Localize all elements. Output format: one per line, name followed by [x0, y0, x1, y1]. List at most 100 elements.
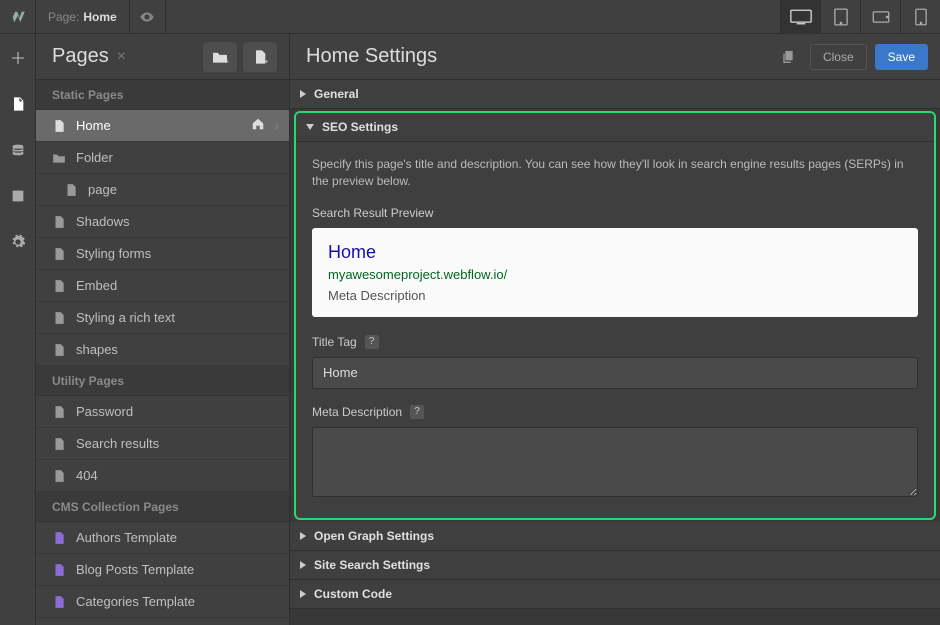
page-row[interactable]: Styling a rich text [36, 302, 289, 334]
assets-rail-button[interactable] [0, 180, 36, 212]
page-row[interactable]: shapes [36, 334, 289, 366]
page-icon [52, 343, 66, 357]
section-site-search[interactable]: Site Search Settings [290, 551, 940, 580]
page-row[interactable]: 404 [36, 460, 289, 492]
page-selector-value: Home [83, 10, 116, 24]
device-phone-landscape-button[interactable] [860, 0, 900, 34]
page-row-folder[interactable]: Folder [36, 142, 289, 174]
page-icon [52, 247, 66, 261]
help-icon[interactable]: ? [410, 405, 424, 419]
page-row-label: Authors Template [76, 530, 279, 545]
section-label: Open Graph Settings [314, 529, 434, 543]
close-button[interactable]: Close [810, 44, 867, 70]
device-desktop-button[interactable] [780, 0, 820, 34]
page-selector-label: Page: [48, 10, 79, 24]
group-cms-pages: CMS Collection Pages [36, 492, 289, 522]
page-row-home[interactable]: Home › [36, 110, 289, 142]
page-icon [52, 215, 66, 229]
page-icon [64, 183, 78, 197]
meta-description-textarea[interactable] [312, 427, 918, 497]
section-open-graph[interactable]: Open Graph Settings [290, 522, 940, 551]
section-general[interactable]: General [290, 80, 940, 109]
page-row[interactable]: Password [36, 396, 289, 428]
disclosure-triangle-icon [300, 532, 306, 540]
pages-rail-button[interactable] [0, 88, 36, 120]
cms-page-icon [52, 563, 66, 577]
device-tablet-button[interactable] [820, 0, 860, 34]
seo-body: Specify this page's title and descriptio… [296, 142, 934, 518]
add-element-button[interactable] [0, 42, 36, 74]
page-row-label: shapes [76, 342, 279, 357]
page-row-label: Styling a rich text [76, 310, 279, 325]
page-row-label: Embed [76, 278, 279, 293]
webflow-logo-icon[interactable] [0, 0, 36, 34]
meta-description-label: Meta Description [312, 405, 402, 419]
serp-url: myawesomeproject.webflow.io/ [328, 267, 902, 282]
svg-text:+: + [265, 58, 268, 64]
page-selector[interactable]: Page: Home [36, 0, 130, 34]
page-row[interactable]: Styling forms [36, 238, 289, 270]
page-row[interactable]: Embed [36, 270, 289, 302]
group-utility-pages: Utility Pages [36, 366, 289, 396]
section-label: SEO Settings [322, 120, 398, 134]
section-label: Custom Code [314, 587, 392, 601]
preview-button[interactable] [130, 0, 166, 34]
chevron-right-icon: › [275, 119, 279, 133]
save-button[interactable]: Save [875, 44, 928, 70]
pages-list[interactable]: Static Pages Home › Folder page Shadows [36, 80, 289, 625]
seo-description-text: Specify this page's title and descriptio… [312, 156, 918, 190]
settings-rail-button[interactable] [0, 226, 36, 258]
page-row-label: Folder [76, 150, 279, 165]
page-icon [52, 437, 66, 451]
page-row-label: Categories Template [76, 594, 279, 609]
disclosure-triangle-icon [300, 90, 306, 98]
serp-title: Home [328, 242, 902, 263]
main-area: Pages × + + Static Pages Home › Folder [36, 34, 940, 625]
close-button-label: Close [823, 50, 854, 64]
section-label: General [314, 87, 359, 101]
serp-meta: Meta Description [328, 288, 902, 303]
page-row[interactable]: Search results [36, 428, 289, 460]
disclosure-triangle-icon [306, 124, 314, 130]
page-row-label: Search results [76, 436, 279, 451]
svg-text:+: + [225, 58, 229, 64]
page-icon [52, 405, 66, 419]
pages-panel-close-icon[interactable]: × [117, 48, 126, 66]
home-icon [251, 117, 265, 134]
page-icon [52, 311, 66, 325]
settings-panel: Home Settings Close Save General SEO Set… [290, 34, 940, 625]
section-label: Site Search Settings [314, 558, 430, 572]
new-page-button[interactable]: + [243, 42, 277, 72]
section-custom-code[interactable]: Custom Code [290, 580, 940, 609]
page-row-label: Shadows [76, 214, 279, 229]
disclosure-triangle-icon [300, 561, 306, 569]
settings-panel-title: Home Settings [306, 45, 766, 68]
serp-preview: Home myawesomeproject.webflow.io/ Meta D… [312, 228, 918, 317]
page-row[interactable]: Shadows [36, 206, 289, 238]
new-folder-button[interactable]: + [203, 42, 237, 72]
device-phone-portrait-button[interactable] [900, 0, 940, 34]
cms-rail-button[interactable] [0, 134, 36, 166]
group-static-pages: Static Pages [36, 80, 289, 110]
page-row-cms[interactable]: Authors Template [36, 522, 289, 554]
search-result-preview-label: Search Result Preview [312, 206, 918, 220]
title-tag-label: Title Tag [312, 335, 357, 349]
cms-page-icon [52, 531, 66, 545]
page-row-label: 404 [76, 468, 279, 483]
page-icon [52, 279, 66, 293]
cms-page-icon [52, 595, 66, 609]
pages-panel-header: Pages × + + [36, 34, 289, 80]
page-row-cms[interactable]: Categories Template [36, 586, 289, 618]
page-icon [52, 119, 66, 133]
page-row-label: page [88, 182, 279, 197]
page-row-label: Home [76, 118, 241, 133]
help-icon[interactable]: ? [365, 335, 379, 349]
title-tag-input[interactable] [312, 357, 918, 389]
settings-panel-header: Home Settings Close Save [290, 34, 940, 80]
page-row[interactable]: page [36, 174, 289, 206]
pages-panel-title: Pages [52, 45, 109, 68]
page-icon [52, 469, 66, 483]
section-seo[interactable]: SEO Settings [296, 113, 934, 142]
page-row-cms[interactable]: Blog Posts Template [36, 554, 289, 586]
duplicate-page-button[interactable] [774, 43, 802, 71]
